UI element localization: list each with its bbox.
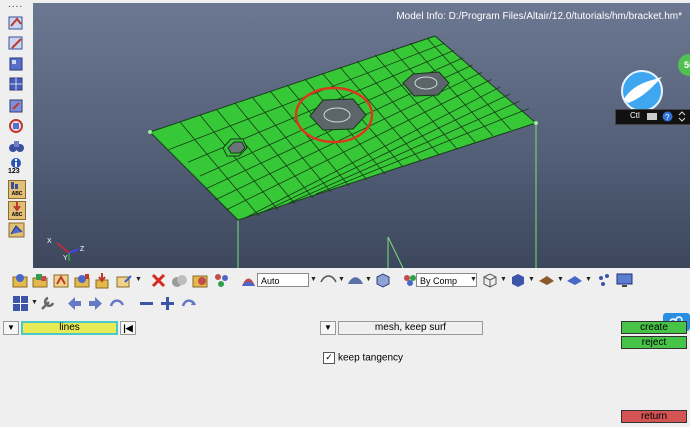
label-entities-button[interactable]: ABC xyxy=(8,180,26,199)
svg-text:Z: Z xyxy=(80,246,85,253)
export-icon[interactable] xyxy=(95,272,112,289)
unmask-icon[interactable] xyxy=(8,76,26,92)
zoom-in-icon[interactable] xyxy=(159,295,176,312)
mesh-lines-icon[interactable] xyxy=(566,272,583,289)
organize-icon[interactable] xyxy=(171,272,188,289)
visualization-icon[interactable] xyxy=(240,272,257,289)
abc-label-1: ABC xyxy=(11,191,23,197)
ctl-label: Ctl xyxy=(630,111,640,120)
reset-selection-button[interactable]: |◀ xyxy=(120,321,136,335)
display-comps-icon[interactable] xyxy=(8,36,26,52)
collectors-icon[interactable] xyxy=(192,272,209,289)
plate-corner-node xyxy=(148,130,152,134)
svg-text:X: X xyxy=(47,238,52,245)
help-icon[interactable]: ? xyxy=(662,111,673,122)
visualization-select-value: Auto xyxy=(261,276,280,286)
view-controls-bar[interactable]: Ctl ? xyxy=(615,109,690,125)
reject-label: reject xyxy=(641,337,667,348)
mesh-mode-label: mesh, keep surf xyxy=(374,322,447,333)
transparency-dropdown-caret[interactable]: ▼ xyxy=(557,276,564,283)
wireframe-icon[interactable] xyxy=(320,272,337,289)
delete-icon[interactable] xyxy=(150,272,167,289)
previous-view-icon[interactable] xyxy=(66,295,83,312)
open-model-icon[interactable] xyxy=(12,272,29,289)
toolbar-grip[interactable]: .... xyxy=(8,0,28,10)
label-loads-button[interactable]: ABC xyxy=(8,201,26,220)
color-by-dropdown-caret[interactable]: ▼ xyxy=(470,276,477,283)
mode-toggle[interactable]: ▼ xyxy=(320,321,336,335)
element-wireframe-icon[interactable] xyxy=(481,272,498,289)
red-arrow-down-icon xyxy=(13,202,21,212)
element-wireframe-dropdown-caret[interactable]: ▼ xyxy=(500,276,507,283)
hypermesh-window: .... 123 ABC ABC Model Info: D:/Program … xyxy=(0,0,690,427)
next-view-icon[interactable] xyxy=(87,295,104,312)
main-toolbar-row-1: ▼ Auto ▼ ▼ ▼ By Comp ▼ ▼ ▼ ▼ ▼ xyxy=(4,270,684,292)
mesh-mode-switch[interactable]: mesh, keep surf xyxy=(338,321,483,335)
element-shaded-dropdown-caret[interactable]: ▼ xyxy=(528,276,535,283)
triangle-down-icon: ▼ xyxy=(324,323,332,332)
numbers-label: 123 xyxy=(8,168,20,175)
create-button[interactable]: create xyxy=(621,321,687,334)
keep-tangency-label: keep tangency xyxy=(338,352,404,364)
import-icon[interactable] xyxy=(32,272,49,289)
screen-icon[interactable] xyxy=(647,112,657,121)
transparency-icon[interactable] xyxy=(538,272,555,289)
create-label: create xyxy=(640,322,668,333)
color-by-select[interactable]: By Comp xyxy=(416,273,477,287)
layout-grid-icon[interactable] xyxy=(12,295,29,312)
left-toolbar: .... 123 ABC ABC xyxy=(0,0,33,268)
shaded-dropdown-caret[interactable]: ▼ xyxy=(365,276,372,283)
wireframe-dropdown-caret[interactable]: ▼ xyxy=(338,276,345,283)
skip-back-icon: |◀ xyxy=(123,323,133,333)
binoculars-icon[interactable] xyxy=(8,138,26,154)
element-shaded-icon[interactable] xyxy=(509,272,526,289)
rotate-icon[interactable] xyxy=(180,295,197,312)
wrench-icon[interactable] xyxy=(39,295,56,312)
numbers-icon[interactable] xyxy=(213,272,230,289)
graphics-viewport[interactable]: Model Info: D:/Program Files/Altair/12.0… xyxy=(33,3,690,268)
isolate-icon[interactable] xyxy=(8,118,26,134)
monitor-icon[interactable] xyxy=(616,272,633,289)
shaded-icon[interactable] xyxy=(347,272,364,289)
lines-entity-selector[interactable]: lines xyxy=(21,321,118,335)
color-by-select-value: By Comp xyxy=(420,276,458,286)
abc-label-2: ABC xyxy=(11,212,23,218)
reject-button[interactable]: reject xyxy=(621,336,687,349)
visualization-dropdown-caret[interactable]: ▼ xyxy=(310,276,317,283)
svg-text:?: ? xyxy=(665,113,670,122)
comps-bars-icon xyxy=(11,182,18,189)
display-elements-icon[interactable] xyxy=(8,16,26,32)
entity-type-toggle[interactable]: ▼ xyxy=(3,321,19,335)
find-icon[interactable] xyxy=(8,98,26,114)
nodes-icon[interactable] xyxy=(596,272,613,289)
save-model-icon[interactable] xyxy=(74,272,91,289)
svg-text:Y: Y xyxy=(63,255,68,261)
keep-tangency-checkbox[interactable]: ✓ xyxy=(323,352,335,364)
main-toolbar-row-2: ▼ xyxy=(4,293,304,315)
import-geometry-icon[interactable] xyxy=(53,272,70,289)
mesh-scene[interactable] xyxy=(33,3,690,268)
layout-dropdown-caret[interactable]: ▼ xyxy=(31,299,38,306)
visualization-select[interactable]: Auto xyxy=(257,273,309,287)
keep-tangency-option[interactable]: ✓ keep tangency xyxy=(323,352,403,364)
mesh-lines-dropdown-caret[interactable]: ▼ xyxy=(585,276,592,283)
shaded-surface-icon[interactable] xyxy=(8,221,26,239)
solid-box-icon[interactable] xyxy=(374,272,391,289)
export-geometry-icon[interactable] xyxy=(116,272,133,289)
lines-selector-label: lines xyxy=(59,322,80,333)
return-label: return xyxy=(640,411,668,422)
triangle-down-icon: ▼ xyxy=(7,323,15,332)
axis-triad: X Y Z xyxy=(47,238,85,261)
mask-icon[interactable] xyxy=(8,56,26,72)
zoom-out-icon[interactable] xyxy=(138,295,155,312)
plate-corner-node xyxy=(534,121,538,125)
undo-curve-icon[interactable] xyxy=(108,295,125,312)
return-button[interactable]: return xyxy=(621,410,687,423)
spin-arrows-icon[interactable] xyxy=(678,111,686,122)
export-dropdown-caret[interactable]: ▼ xyxy=(135,276,142,283)
view-orientation-globe-icon[interactable] xyxy=(618,69,666,111)
